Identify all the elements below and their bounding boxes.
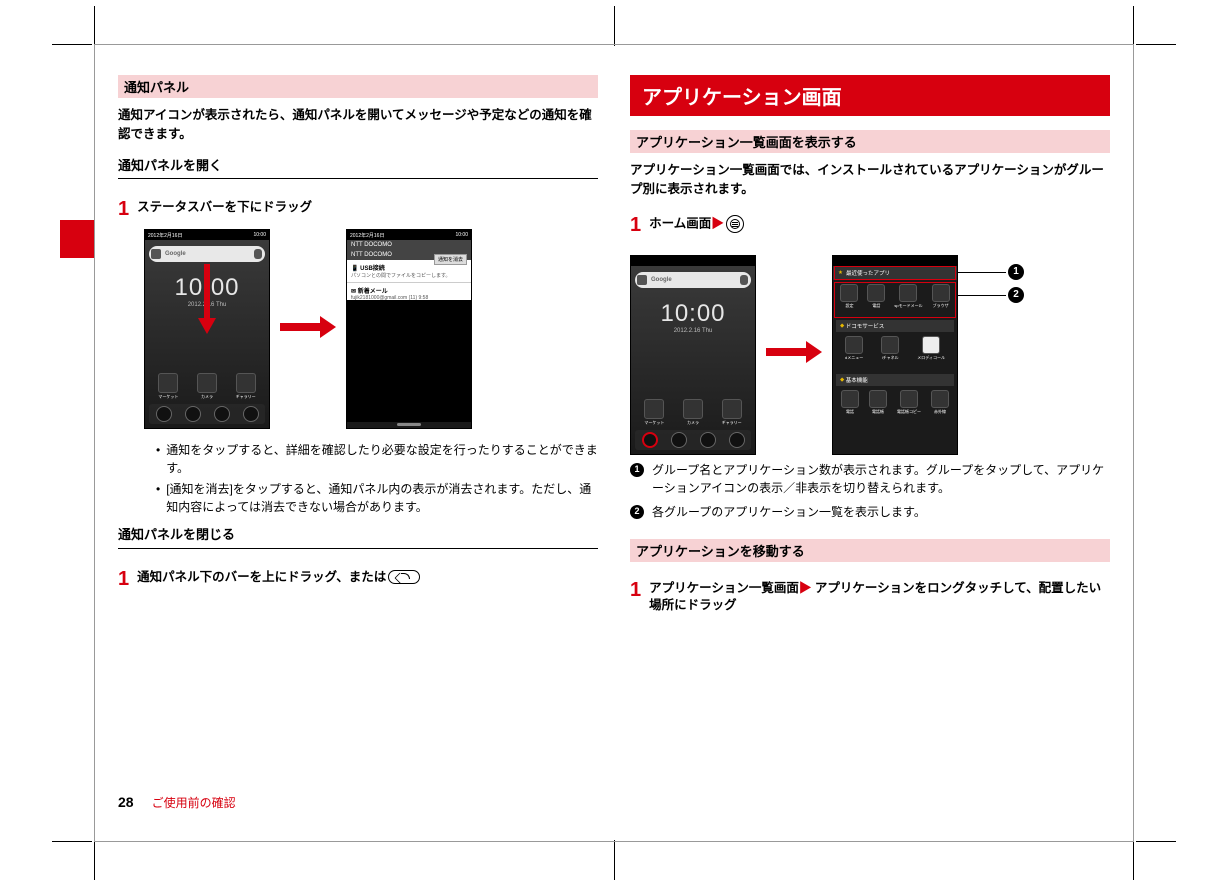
step-text: 通知パネル下のバーを上にドラッグ、または	[137, 569, 420, 587]
body-text: 通知アイコンが表示されたら、通知パネルを開いてメッセージや予定などの通知を確認で…	[118, 106, 598, 144]
clear-button: 通知を消去	[434, 254, 467, 265]
crop-mark	[1133, 840, 1134, 880]
crop-mark	[52, 44, 92, 45]
callout-line	[958, 272, 1006, 273]
step-text: ステータスバーを下にドラッグ	[137, 199, 312, 217]
crop-mark	[52, 841, 92, 842]
drag-down-arrow-icon	[198, 264, 216, 334]
back-button-icon	[388, 570, 420, 584]
screenshot-row: Google 10:002012.2.16 Thu マーケット カメラ ギャラリ…	[630, 255, 1110, 455]
crop-mark	[1136, 44, 1176, 45]
annotation-num-icon: 1	[630, 463, 644, 477]
page-footer: 28 ご使用前の確認	[118, 794, 236, 811]
crop-mark	[614, 6, 615, 46]
google-label: Google	[651, 277, 672, 283]
dock-row: マーケット カメラ ギャラリー	[635, 399, 751, 426]
crop-mark	[94, 6, 95, 46]
step-1-move: 1 アプリケーション一覧画面▶ アプリケーションをロングタッチして、配置したい場…	[630, 580, 1110, 615]
carrier-label: NTT DOCOMO	[347, 240, 471, 250]
bullet-text: 通知をタップすると、詳細を確認したり必要な設定を行ったりすることができます。	[166, 441, 598, 477]
annotation-num-icon: 2	[630, 505, 644, 519]
home-screen-figure: Google 10:002012.2.16 Thu マーケット カメラ ギャラリ…	[630, 255, 756, 455]
screenshot-row: 2012年2月16日10:00 Google 10:002012.2.16 Th…	[144, 229, 598, 429]
status-date: 2012年2月16日	[148, 232, 182, 239]
callout-box-2	[834, 282, 956, 318]
annotation-2: 2 各グループのアプリケーション一覧を表示します。	[630, 503, 1110, 521]
crop-mark	[614, 840, 615, 880]
thumb-tab	[60, 220, 94, 258]
subheading-move-app: アプリケーションを移動する	[630, 539, 1110, 562]
apps-dock-icon	[642, 432, 658, 448]
bottom-dock	[149, 404, 265, 424]
callout-number-2: 2	[1008, 287, 1024, 303]
bullet-icon: •	[156, 480, 160, 516]
home-screen-figure: 2012年2月16日10:00 Google 10:002012.2.16 Th…	[144, 229, 270, 429]
subheading-show-list: アプリケーション一覧画面を表示する	[630, 130, 1110, 153]
step-number: 1	[630, 215, 641, 235]
bullet-list: •通知をタップすると、詳細を確認したり必要な設定を行ったりすることができます。 …	[156, 441, 598, 519]
bottom-dock	[635, 430, 751, 450]
google-label: Google	[165, 251, 186, 257]
dock-label: マーケット	[158, 394, 178, 400]
heading-close-panel: 通知パネルを閉じる	[118, 525, 598, 549]
step-number: 1	[118, 569, 129, 589]
step-text: アプリケーション一覧画面▶ アプリケーションをロングタッチして、配置したい場所に…	[649, 580, 1110, 615]
callout-line	[958, 295, 1006, 296]
group-header: ◆ 基本機能	[836, 374, 954, 386]
app-list-figure: ★最近使ったアプリ 設定 電話 spモードメール ブラウザ ◆ ドコモサービス …	[832, 255, 958, 455]
group-header: ◆ ドコモサービス	[836, 320, 954, 332]
step-1-close: 1 通知パネル下のバーを上にドラッグ、または	[118, 569, 598, 589]
apps-button-icon	[726, 215, 744, 233]
step-number: 1	[118, 199, 129, 219]
step-1-right: 1 ホーム画面▶	[630, 215, 1110, 235]
crop-mark	[1136, 841, 1176, 842]
annotation-text: 各グループのアプリケーション一覧を表示します。	[652, 503, 926, 521]
body-text: アプリケーション一覧画面では、インストールされているアプリケーションがグループ別…	[630, 161, 1110, 199]
step-text: ホーム画面▶	[649, 215, 744, 233]
dock-label: ギャラリー	[236, 394, 256, 400]
panel-handle	[397, 423, 422, 426]
bullet-icon: •	[156, 441, 160, 477]
crop-mark	[94, 840, 95, 880]
right-column: アプリケーション画面 アプリケーション一覧画面を表示する アプリケーション一覧画…	[622, 75, 1110, 811]
heading-open-panel: 通知パネルを開く	[118, 156, 598, 180]
bullet-text: [通知を消去]をタップすると、通知パネル内の表示が消去されます。ただし、通知内容…	[166, 480, 598, 516]
heading-app-screen: アプリケーション画面	[630, 75, 1110, 116]
status-time: 10:00	[455, 232, 468, 238]
crop-mark	[1133, 6, 1134, 46]
clock-widget: 10:002012.2.16 Thu	[631, 300, 755, 334]
status-date: 2012年2月16日	[350, 232, 384, 239]
annotation-text: グループ名とアプリケーション数が表示されます。グループをタップして、アプリケーシ…	[652, 461, 1110, 497]
arrow-right-icon	[766, 341, 822, 368]
page-number: 28	[118, 794, 134, 810]
annotation-1: 1 グループ名とアプリケーション数が表示されます。グループをタップして、アプリケ…	[630, 461, 1110, 497]
search-bar: Google	[149, 246, 265, 262]
dock-label: カメラ	[201, 394, 213, 400]
callout-number-1: 1	[1008, 264, 1024, 280]
subheading-notif-panel: 通知パネル	[118, 75, 598, 98]
callout-box-1	[834, 266, 956, 280]
arrow-right-icon	[280, 316, 336, 343]
left-column: 通知パネル 通知アイコンが表示されたら、通知パネルを開いてメッセージや予定などの…	[118, 75, 606, 811]
step-1: 1 ステータスバーを下にドラッグ	[118, 199, 598, 219]
status-time: 10:00	[253, 232, 266, 238]
section-title: ご使用前の確認	[152, 794, 236, 811]
notification-panel-figure: 2012年2月16日10:00 NTT DOCOMO NTT DOCOMO 通知…	[346, 229, 472, 429]
step-number: 1	[630, 580, 641, 600]
dock-row: マーケット カメラ ギャラリー	[149, 373, 265, 400]
